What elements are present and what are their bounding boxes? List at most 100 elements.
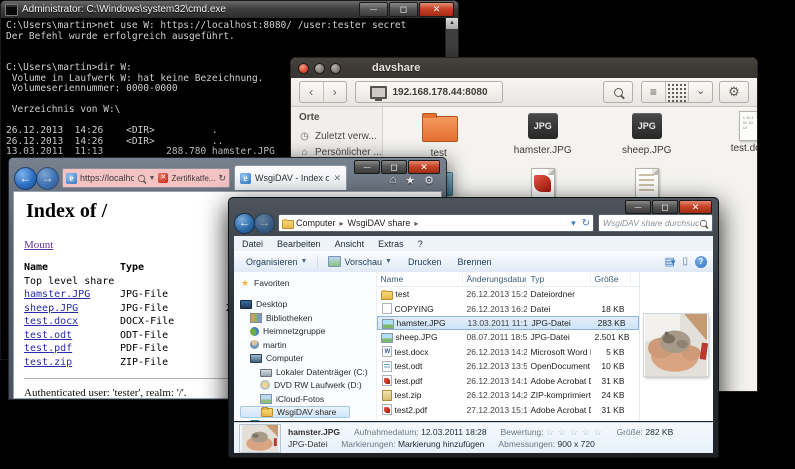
view-options-button[interactable] xyxy=(688,82,712,102)
column-date[interactable]: Änderungsdatum xyxy=(463,272,527,286)
file-link[interactable]: sheep.JPG xyxy=(24,303,78,314)
browser-tab[interactable]: WsgiDAV - Index of / xyxy=(234,165,347,190)
sidebar-item-desktop[interactable]: Desktop xyxy=(240,298,376,312)
menu-hilfe[interactable]: ? xyxy=(418,239,423,249)
home-icon[interactable] xyxy=(390,174,397,187)
file-icon xyxy=(382,303,392,314)
table-row-hamster-selected[interactable]: hamster.JPG 13.03.2011 11:13 JPG-Datei 2… xyxy=(377,316,639,330)
zip-icon xyxy=(635,168,659,198)
file-link[interactable]: test.docx xyxy=(24,316,78,327)
certificate-error-label[interactable]: Zertifikatfe... xyxy=(171,174,215,183)
help-icon[interactable] xyxy=(695,256,707,268)
tools-gear-icon[interactable] xyxy=(424,174,434,187)
minimize-icon[interactable] xyxy=(359,2,388,17)
close-icon[interactable] xyxy=(298,63,309,74)
back-button[interactable] xyxy=(234,213,255,234)
sidebar-item-lokaler-datentraeger[interactable]: Lokaler Datenträger (C:) xyxy=(240,365,376,379)
explorer-menu-bar: Datei Bearbeiten Ansicht Extras ? xyxy=(234,236,713,252)
file-type: PDF-File xyxy=(120,342,220,356)
column-name[interactable]: Name xyxy=(377,272,463,286)
print-button[interactable]: Drucken xyxy=(402,253,448,270)
address-dropdown-icon[interactable] xyxy=(149,175,156,182)
organize-button[interactable]: Organisieren xyxy=(240,253,313,270)
file-item-test-docx[interactable]: test.docx xyxy=(709,111,758,168)
maximize-icon[interactable] xyxy=(330,63,341,74)
file-link[interactable]: hamster.JPG xyxy=(24,289,90,300)
change-view-button[interactable] xyxy=(665,255,676,268)
hamster-thumbnail xyxy=(240,425,280,452)
location-bar[interactable]: 192.168.178.44:8080 xyxy=(355,81,503,103)
maximize-icon[interactable] xyxy=(652,200,678,214)
column-size[interactable]: Größe xyxy=(591,272,631,286)
sidebar-item-favoriten[interactable]: Favoriten xyxy=(240,276,376,290)
address-bar[interactable]: https://localhost:8080/ Zertifikatfe... xyxy=(62,168,230,188)
rating-stars[interactable]: ☆ ☆ ☆ ☆ ☆ xyxy=(546,427,603,437)
sidebar-item-heimnetzgruppe[interactable]: Heimnetzgruppe xyxy=(240,325,376,339)
grid-view-button[interactable] xyxy=(665,82,689,102)
minimize-icon[interactable] xyxy=(625,200,651,214)
favorites-icon[interactable] xyxy=(405,174,415,187)
list-view-button[interactable] xyxy=(642,82,665,102)
menu-datei[interactable]: Datei xyxy=(242,239,263,249)
forward-button[interactable] xyxy=(36,167,59,190)
cmd-titlebar[interactable]: Administrator: C:\Windows\system32\cmd.e… xyxy=(1,1,458,18)
file-label: test.docx xyxy=(709,143,758,154)
menu-ansicht[interactable]: Ansicht xyxy=(335,239,365,249)
mount-link[interactable]: Mount xyxy=(24,239,53,251)
sidebar-item-recent[interactable]: Zuletzt verw... xyxy=(299,128,382,144)
table-row-docx[interactable]: test.docx 26.12.2013 14:26 Microsoft Wor… xyxy=(377,345,639,360)
file-link[interactable]: test.odt xyxy=(24,330,72,341)
sidebar-item-martin[interactable]: martin xyxy=(240,338,376,352)
davshare-titlebar[interactable]: davshare xyxy=(291,58,757,78)
address-dropdown-icon[interactable] xyxy=(571,218,576,229)
burn-button[interactable]: Brennen xyxy=(451,253,497,270)
close-icon[interactable] xyxy=(419,2,454,17)
breadcrumb-item-wsgidav-share[interactable]: WsgiDAV share xyxy=(348,218,421,228)
sidebar-item-icloud-fotos[interactable]: iCloud-Fotos xyxy=(240,392,376,406)
scroll-up-icon[interactable] xyxy=(446,18,458,29)
column-name: Name xyxy=(24,261,120,275)
file-link[interactable]: test.zip xyxy=(24,357,72,368)
refresh-icon[interactable] xyxy=(578,218,590,229)
refresh-icon[interactable] xyxy=(218,173,226,184)
column-type[interactable]: Typ xyxy=(527,272,591,286)
table-row-zip[interactable]: test.zip 26.12.2013 14:27 ZIP-komprimier… xyxy=(377,388,639,403)
sidebar-item-wsgidav-share[interactable]: WsgiDAV share xyxy=(240,406,350,418)
close-icon[interactable] xyxy=(679,200,712,214)
add-tag-action[interactable]: Markierung hinzufügen xyxy=(398,439,484,449)
settings-button[interactable] xyxy=(719,81,749,103)
file-link[interactable]: test.pdf xyxy=(24,343,72,354)
sidebar-item-netzwerk[interactable]: Netzwerk xyxy=(240,418,376,422)
table-row-pdf[interactable]: test.pdf 26.12.2013 14:19 Adobe Acrobat … xyxy=(377,374,639,389)
certificate-error-icon[interactable] xyxy=(158,173,168,183)
sidebar-item-bibliotheken[interactable]: Bibliotheken xyxy=(240,311,376,325)
remote-share-icon xyxy=(370,86,387,99)
menu-bearbeiten[interactable]: Bearbeiten xyxy=(277,239,321,249)
back-button[interactable] xyxy=(14,167,37,190)
search-icon[interactable] xyxy=(137,174,144,181)
file-item-sheep-jpg[interactable]: sheep.JPG xyxy=(605,111,689,168)
table-row-test[interactable]: test 26.12.2013 15:21 Dateiordner xyxy=(377,287,639,302)
photos-icon xyxy=(260,394,272,404)
menu-extras[interactable]: Extras xyxy=(378,239,404,249)
file-item-hamster-jpg[interactable]: hamster.JPG xyxy=(501,111,585,168)
table-row-odt[interactable]: test.odt 26.12.2013 13:55 OpenDocument T… xyxy=(377,359,639,374)
jpg-icon xyxy=(632,113,662,139)
breadcrumb-item-computer[interactable]: Computer xyxy=(296,218,346,228)
tab-close-icon[interactable] xyxy=(333,173,341,184)
sidebar-item-dvd-laufwerk[interactable]: DVD RW Laufwerk (D:) xyxy=(240,379,376,393)
sidebar-item-computer[interactable]: Computer xyxy=(240,352,376,366)
preview-pane-toggle[interactable] xyxy=(682,256,688,267)
explorer-search-input[interactable]: WsgiDAV share durchsuchen xyxy=(598,214,713,232)
table-row-copying[interactable]: COPYING 26.12.2013 16:23 Datei 18 KB xyxy=(377,302,639,317)
preview-button[interactable]: Vorschau xyxy=(322,253,397,270)
table-row-sheep[interactable]: sheep.JPG 08.07.2011 18:53 JPG-Datei 2.5… xyxy=(377,330,639,345)
back-button[interactable] xyxy=(300,82,324,102)
breadcrumb[interactable]: Computer WsgiDAV share xyxy=(278,214,594,232)
table-row-test2-pdf[interactable]: test2.pdf 27.12.2013 15:10 Adobe Acrobat… xyxy=(377,403,639,418)
minimize-icon[interactable] xyxy=(314,63,325,74)
forward-button[interactable] xyxy=(254,213,275,234)
maximize-icon[interactable] xyxy=(389,2,418,17)
search-button[interactable] xyxy=(603,81,633,103)
forward-button[interactable] xyxy=(324,82,347,102)
